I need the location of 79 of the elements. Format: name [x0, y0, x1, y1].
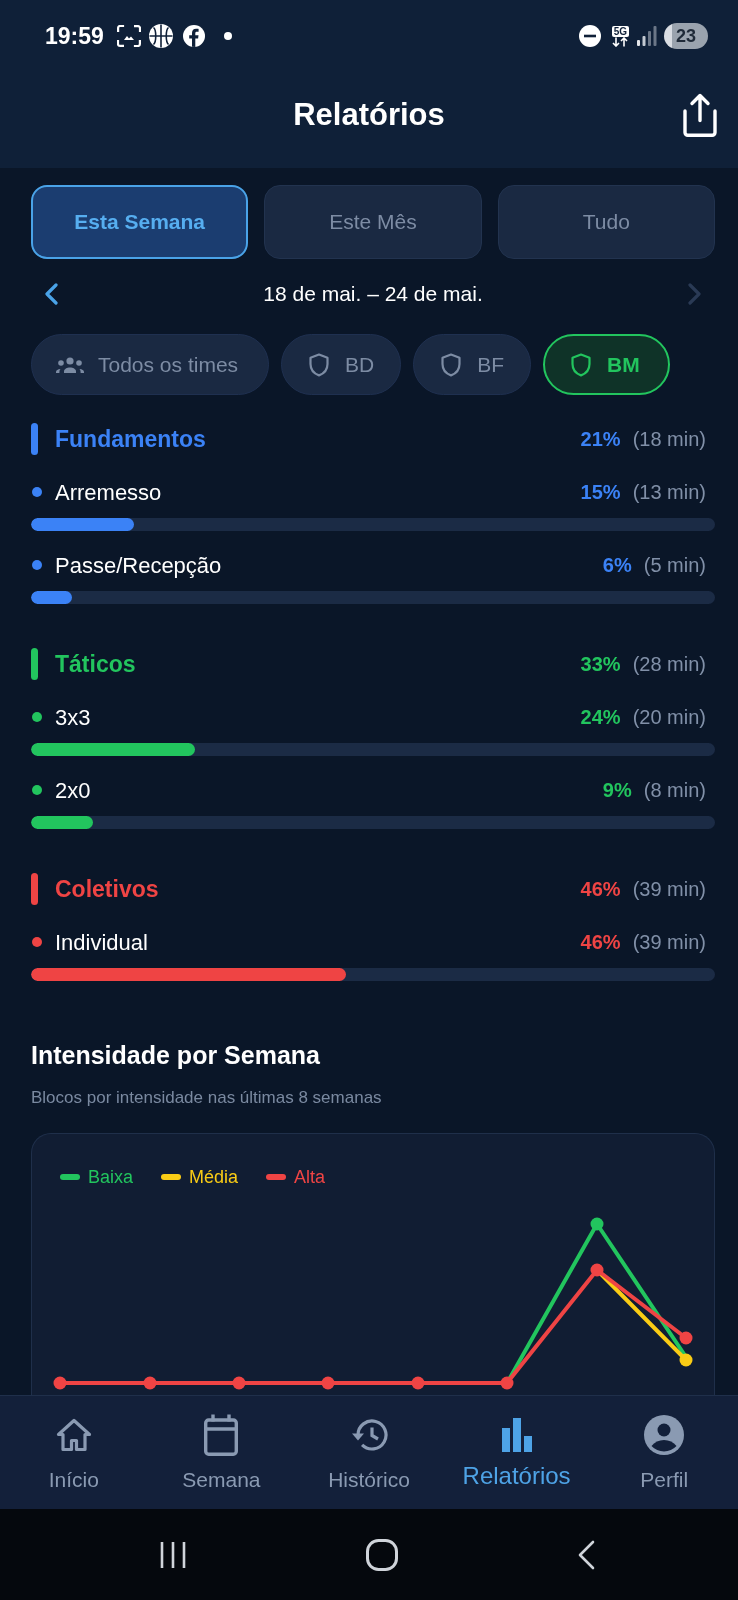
item-duration: (20 min) [632, 705, 706, 730]
calendar-icon [204, 1414, 239, 1456]
data-point [53, 1376, 67, 1390]
page-title: Relatórios [293, 96, 445, 134]
recent-apps-icon[interactable] [159, 1540, 186, 1569]
network-type: 5G [611, 25, 629, 37]
item-name: 2x0 [55, 776, 91, 805]
period-tab[interactable]: Este Mês [264, 185, 482, 259]
item-percent: 24% [580, 705, 621, 730]
legend-label: Média [189, 1165, 239, 1189]
data-point [321, 1376, 335, 1390]
share-icon [683, 93, 717, 137]
category-name: Fundamentos [55, 424, 206, 454]
item-percent: 15% [580, 480, 621, 505]
nav-tab[interactable]: Início [0, 1396, 148, 1509]
data-arrows-icon [612, 36, 629, 47]
item-duration: (39 min) [632, 930, 706, 955]
history-icon [350, 1419, 388, 1451]
shield-icon [441, 352, 462, 377]
item-name: 3x3 [55, 703, 91, 732]
category-percent: 46% [580, 877, 621, 902]
item-percent: 46% [580, 930, 621, 955]
account-circle-icon [644, 1415, 685, 1455]
status-time: 19:59 [45, 22, 104, 50]
data-point [411, 1376, 425, 1390]
nav-tab[interactable]: Histórico [295, 1396, 443, 1509]
signal-bars-icon [637, 26, 657, 46]
data-point [590, 1263, 604, 1277]
data-point [232, 1376, 246, 1390]
data-point [590, 1217, 604, 1231]
team-filter-chip[interactable]: Todos os times [31, 334, 270, 395]
item-duration: (5 min) [643, 553, 706, 578]
period-tab[interactable]: Tudo [497, 185, 715, 259]
data-point [679, 1353, 693, 1367]
shield-icon [309, 352, 330, 377]
chevron-right-icon [688, 283, 701, 305]
category-duration: (39 min) [632, 877, 706, 902]
category-name: Coletivos [55, 874, 159, 904]
category-name: Táticos [55, 649, 136, 679]
item-duration: (8 min) [643, 778, 706, 803]
category-duration: (18 min) [632, 427, 706, 452]
period-tab[interactable]: Esta Semana [31, 185, 249, 259]
section-title: Intensidade por Semana [31, 1040, 321, 1071]
battery-indicator: 23 [664, 23, 708, 49]
people-group-icon [56, 356, 84, 373]
team-filter-chip[interactable]: BD [281, 334, 402, 395]
do-not-disturb-icon [578, 25, 601, 47]
f-logo-icon [182, 25, 205, 47]
share-button[interactable] [683, 93, 717, 137]
previous-week-button[interactable] [45, 283, 58, 305]
team-filter-chip[interactable]: BM [543, 334, 670, 395]
nav-tab[interactable]: Relatórios [442, 1396, 591, 1509]
item-name: Individual [55, 928, 148, 957]
home-icon [55, 1418, 92, 1452]
chevron-left-icon [45, 283, 58, 305]
screenshot-icon [116, 25, 141, 47]
category-percent: 21% [580, 427, 621, 452]
item-percent: 6% [602, 553, 632, 578]
category-duration: (28 min) [632, 652, 706, 677]
legend-label: Alta [294, 1165, 326, 1189]
data-point [500, 1376, 514, 1390]
data-point [679, 1331, 693, 1345]
item-name: Arremesso [55, 478, 162, 507]
team-filter-chip[interactable]: BF [413, 334, 532, 395]
legend-label: Baixa [88, 1165, 134, 1189]
date-range: 18 de mai. – 24 de mai. [263, 281, 483, 308]
shield-icon [571, 352, 592, 377]
item-name: Passe/Recepção [55, 551, 222, 580]
nav-tab[interactable]: Perfil [590, 1396, 738, 1509]
item-duration: (13 min) [632, 480, 706, 505]
basketball-icon [148, 24, 173, 48]
bar-chart-icon [501, 1418, 532, 1452]
item-percent: 9% [602, 778, 632, 803]
category-percent: 33% [580, 652, 621, 677]
back-icon[interactable] [577, 1539, 595, 1570]
notification-dot-icon [223, 32, 232, 40]
section-subtitle: Blocos por intensidade nas últimas 8 semanas [31, 1087, 383, 1109]
data-point [143, 1376, 157, 1390]
nav-tab[interactable]: Semana [147, 1396, 296, 1509]
